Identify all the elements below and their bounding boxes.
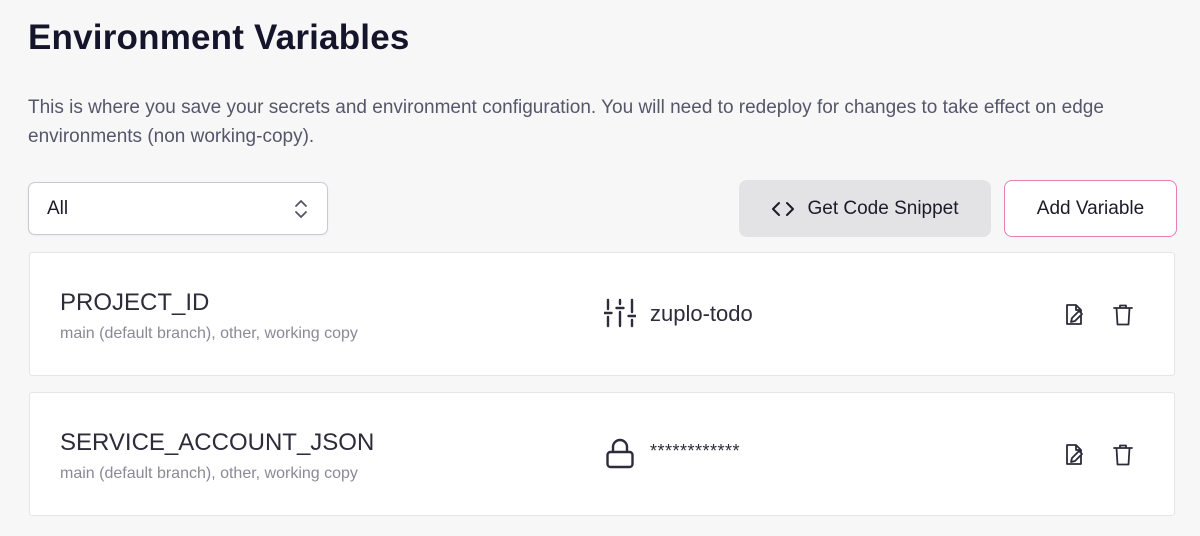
get-code-snippet-label: Get Code Snippet — [807, 197, 959, 219]
variable-value-masked: ************ — [650, 441, 741, 461]
variable-row: SERVICE_ACCOUNT_JSON main (default branc… — [29, 392, 1175, 516]
variable-name: PROJECT_ID — [60, 289, 210, 316]
add-variable-button[interactable]: Add Variable — [1004, 180, 1177, 237]
sliders-icon — [604, 298, 636, 328]
page-title: Environment Variables — [28, 18, 410, 57]
lock-icon — [606, 438, 634, 469]
trash-icon[interactable] — [1112, 443, 1134, 467]
chevrons-up-down-icon — [295, 200, 307, 218]
edit-icon[interactable] — [1063, 303, 1085, 327]
variable-name: SERVICE_ACCOUNT_JSON — [60, 429, 375, 456]
get-code-snippet-button[interactable]: Get Code Snippet — [739, 180, 991, 237]
code-icon — [772, 201, 795, 216]
variable-branches: main (default branch), other, working co… — [60, 325, 358, 342]
variable-branches: main (default branch), other, working co… — [60, 465, 358, 482]
variable-row: PROJECT_ID main (default branch), other,… — [29, 252, 1175, 376]
edit-icon[interactable] — [1063, 443, 1085, 467]
filter-selected-value: All — [47, 198, 69, 219]
variable-value: zuplo-todo — [650, 301, 753, 326]
trash-icon[interactable] — [1112, 303, 1134, 327]
environment-filter-select[interactable]: All — [28, 182, 328, 235]
page-description: This is where you save your secrets and … — [28, 97, 1104, 147]
add-variable-label: Add Variable — [1036, 197, 1145, 219]
